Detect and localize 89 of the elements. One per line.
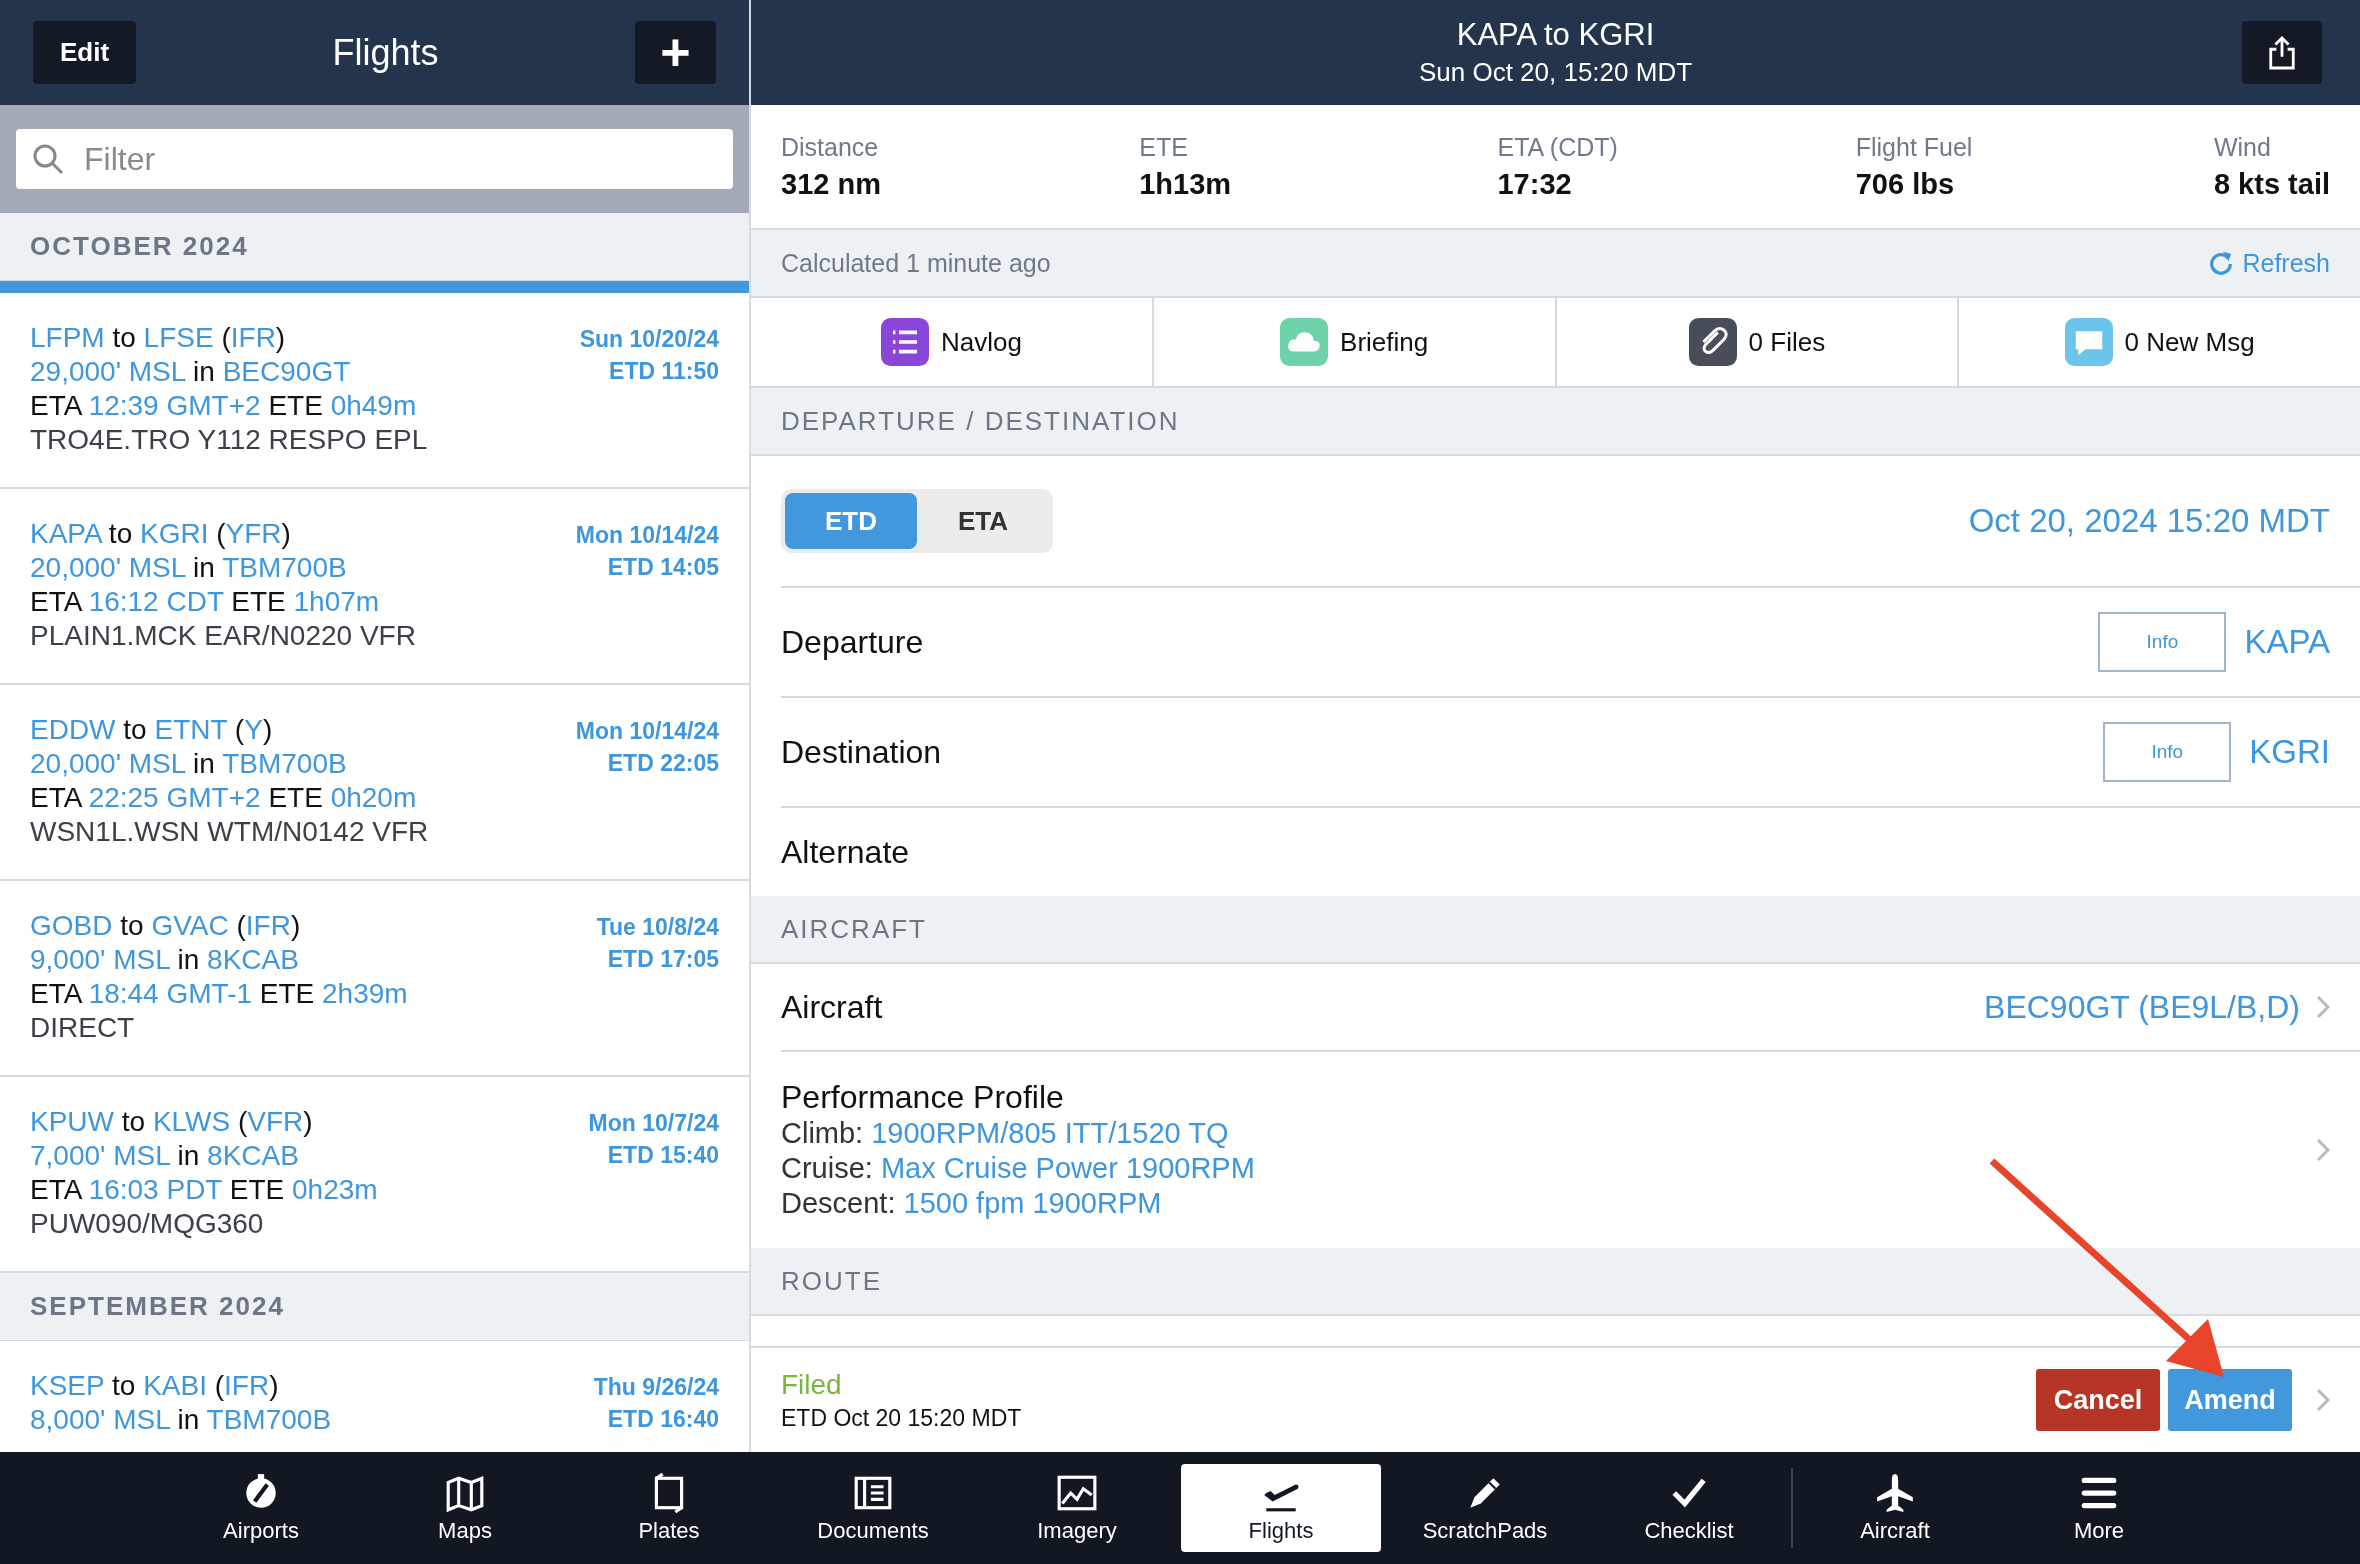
stat-label: ETE — [1139, 132, 1189, 162]
flight-etd: ETD 17:05 — [606, 945, 719, 974]
profile-line: Descent: 1500 fpm 1900RPM — [781, 1186, 1163, 1221]
tab-bar-item[interactable]: Flights — [1181, 1464, 1381, 1552]
add-button[interactable]: + — [635, 21, 716, 84]
filing-detail: ETD Oct 20 15:20 MDT — [781, 1404, 1023, 1432]
flight-etd: ETD 22:05 — [606, 749, 719, 778]
flight-date: Tue 10/8/24 — [596, 913, 719, 942]
profile-line: Climb: 1900RPM/805 ITT/1520 TQ — [781, 1116, 1230, 1151]
flight-detail-text: 20,000' MSL in TBM700B — [30, 747, 348, 781]
flight-list-item[interactable]: KAPA to KGRI (YFR) 20,000' MSL in TBM700B ETA 16:12 CDT ETE 1h07m PLAIN1.MCK EAR/N0220 VFR Mon 10/14/24 ETD 14:05 — [0, 489, 749, 685]
flight-date: Mon 10/7/24 — [588, 1109, 719, 1138]
section-header: OCTOBER 2024 — [0, 213, 749, 281]
tab-bar-item[interactable]: ScratchPads — [1385, 1464, 1585, 1552]
flight-etd: ETD 15:40 — [606, 1141, 719, 1170]
chevron-icon — [2316, 1138, 2330, 1162]
tab-bar-item[interactable]: Imagery — [977, 1464, 1177, 1552]
segment-tab[interactable]: ETA — [917, 493, 1049, 549]
filing-status: Filed — [781, 1368, 843, 1401]
section-header: ROUTE — [751, 1248, 2360, 1316]
share-button[interactable] — [2242, 21, 2322, 84]
flight-date: Thu 9/26/24 — [593, 1373, 719, 1402]
route-text: WSN1L.WSN WTM/N0142 VFR — [30, 815, 429, 849]
row-label: Alternate — [781, 833, 911, 871]
flight-detail-text: ETA 12:39 GMT+2 ETE 0h49m — [30, 389, 418, 423]
route-text: DIRECT — [30, 1011, 136, 1045]
flight-etd: ETD 16:40 — [606, 1405, 719, 1434]
route-text: PLAIN1.MCK EAR/N0220 VFR — [30, 619, 416, 653]
flight-etd: ETD 11:50 — [608, 357, 719, 386]
flight-detail-text: 7,000' MSL in 8KCAB — [30, 1139, 300, 1173]
flight-detail-text: 8,000' MSL in TBM700B — [30, 1403, 332, 1437]
stat-value: 8 kts tail — [2213, 167, 2330, 201]
flight-detail-text: 9,000' MSL in 8KCAB — [30, 943, 300, 977]
flight-title: KAPA to KGRI — [1456, 17, 1655, 53]
chevron-icon — [2316, 995, 2330, 1019]
section-header: AIRCRAFT — [751, 896, 2360, 964]
tab-bar-item[interactable]: Documents — [773, 1464, 973, 1552]
profile-line: Cruise: Max Cruise Power 1900RPM — [781, 1151, 1256, 1186]
profile-title: Performance Profile — [781, 1079, 1065, 1116]
flight-etd: ETD 14:05 — [606, 553, 719, 582]
flight-list-item[interactable]: GOBD to GVAC (IFR) 9,000' MSL in 8KCAB ETA 18:44 GMT-1 ETE 2h39m DIRECT Tue 10/8/24 ETD 17:05 — [0, 881, 749, 1077]
row-label: Destination — [781, 733, 943, 771]
flight-detail-text: 20,000' MSL in TBM700B — [30, 551, 348, 585]
tab-bar-item[interactable]: Plates — [569, 1464, 769, 1552]
section-header: DEPARTURE / DESTINATION — [751, 388, 2360, 456]
row-label: Aircraft — [781, 988, 884, 1026]
filter-field[interactable]: Filter — [16, 129, 733, 189]
stat-value: 312 nm — [781, 167, 882, 201]
flight-detail-text: EDDW to ETNT (Y) — [30, 713, 274, 747]
flight-date: Sun 10/20/24 — [579, 325, 719, 354]
flight-list-item[interactable]: EDDW to ETNT (Y) 20,000' MSL in TBM700B ETA 22:25 GMT+2 ETE 0h20m WSN1L.WSN WTM/N0142 VFR Mon 10/14/24 ETD 22:05 — [0, 685, 749, 881]
refresh-icon — [2208, 250, 2235, 276]
flight-detail-text: ETA 22:25 GMT+2 ETE 0h20m — [30, 781, 418, 815]
flight-date: Mon 10/14/24 — [575, 717, 719, 746]
row-label: Departure — [781, 623, 925, 661]
calculated-text: Calculated 1 minute ago — [781, 248, 1051, 278]
tab-bar-item[interactable]: Airports — [161, 1464, 361, 1552]
flight-date: Mon 10/14/24 — [575, 521, 719, 550]
search-icon — [32, 143, 64, 175]
flight-detail-text: GOBD to GVAC (IFR) — [30, 909, 302, 943]
tab-bar-item[interactable]: Aircraft — [1795, 1464, 1995, 1552]
stat-label: Distance — [781, 132, 880, 162]
route-text: PUW090/MQG360 — [30, 1207, 265, 1241]
tab-bar-item[interactable]: Maps — [365, 1464, 565, 1552]
flight-detail-text: LFPM to LFSE (IFR) — [30, 321, 287, 355]
flight-detail-text: ETA 16:03 PDT ETE 0h23m — [30, 1173, 378, 1207]
stat-value: 706 lbs — [1855, 167, 1956, 201]
flight-detail-text: ETA 16:12 CDT ETE 1h07m — [30, 585, 381, 619]
section-header: SEPTEMBER 2024 — [0, 1273, 749, 1341]
stat-value: 1h13m — [1139, 167, 1233, 201]
flight-detail-text: ETA 18:44 GMT-1 ETE 2h39m — [30, 977, 408, 1011]
route-text: TRO4E.TRO Y112 RESPO EPL — [30, 423, 428, 457]
flight-detail-text: 29,000' MSL in BEC90GT — [30, 355, 352, 389]
tab-bar-item[interactable]: More — [1999, 1464, 2199, 1552]
flight-subtitle: Sun Oct 20, 15:20 MDT — [1418, 57, 1693, 88]
stat-value: 17:32 — [1497, 167, 1573, 201]
share-icon — [2267, 35, 2297, 70]
tab-bar-item[interactable]: Checklist — [1589, 1464, 1789, 1552]
flight-detail-text: KPUW to KLWS (VFR) — [30, 1105, 314, 1139]
stat-label: Flight Fuel — [1855, 132, 1974, 162]
stat-label: Wind — [2213, 132, 2272, 162]
cancel-button[interactable]: Cancel — [2036, 1369, 2160, 1431]
flight-detail-text: KSEP to KABI (IFR) — [30, 1369, 280, 1403]
flight-detail-text: KAPA to KGRI (YFR) — [30, 517, 292, 551]
chevron-icon — [2316, 1388, 2330, 1412]
edit-button[interactable]: Edit — [33, 21, 136, 84]
sidebar-title: Flights — [332, 31, 439, 74]
stat-label: ETA (CDT) — [1497, 132, 1619, 162]
airplane-icon — [1874, 1472, 1916, 1514]
